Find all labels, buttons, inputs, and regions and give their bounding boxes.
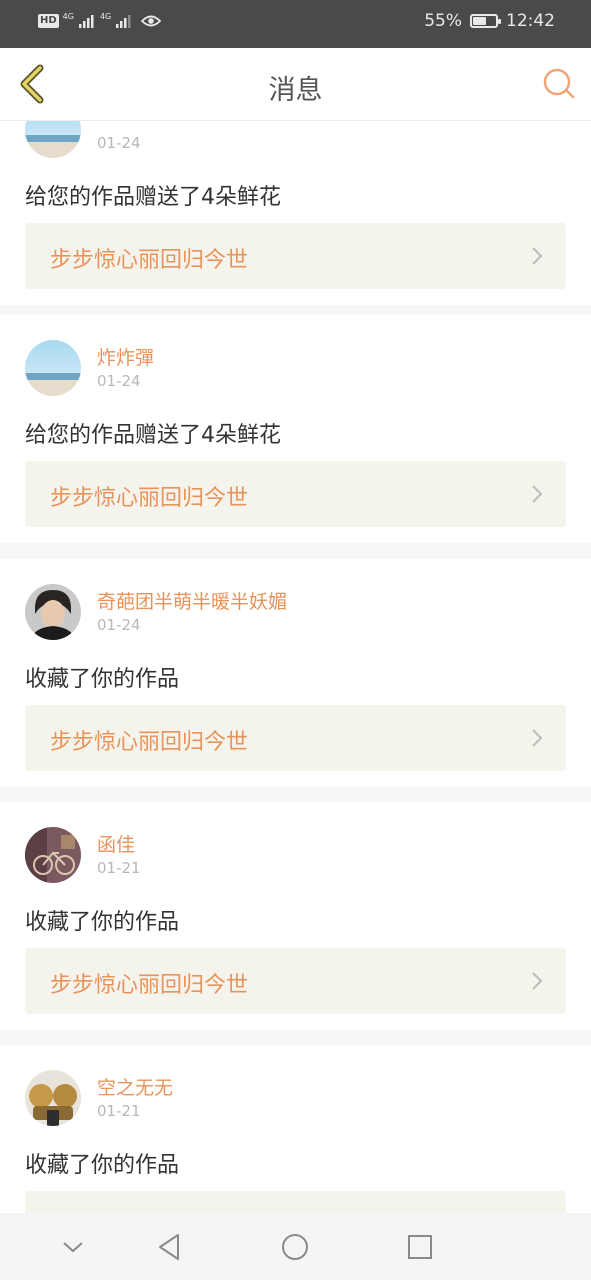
message-card[interactable]: 炸炸彈 01-24 给您的作品赠送了4朵鲜花 步步惊心丽回归今世 [0,315,591,543]
message-date: 01-24 [97,134,141,152]
home-circle-icon[interactable] [277,1229,313,1265]
user-avatar[interactable] [25,1070,81,1126]
username[interactable]: 函佳 [97,830,135,857]
username[interactable]: 空之无无 [97,1073,173,1100]
status-bar: HD 4G 4G 55% 12:42 [0,0,591,48]
work-title: 步步惊心丽回归今世 [50,248,249,273]
message-card[interactable]: 01-24 给您的作品赠送了4朵鲜花 步步惊心丽回归今世 [0,120,591,305]
recents-square-icon[interactable] [402,1229,438,1265]
clock: 12:42 [506,11,555,31]
eye-comfort-icon [141,15,162,27]
message-date: 01-24 [97,372,141,390]
user-avatar[interactable] [25,340,81,396]
back-triangle-icon[interactable] [152,1229,188,1265]
status-right-icons: 55% 12:42 [424,11,555,31]
message-action: 收藏了你的作品 [25,667,180,692]
message-list[interactable]: 01-24 给您的作品赠送了4朵鲜花 步步惊心丽回归今世 炸炸彈 01-24 给… [0,120,591,1213]
collapse-chevron-icon[interactable] [55,1229,91,1265]
message-card[interactable]: 空之无无 01-21 收藏了你的作品 [0,1045,591,1213]
message-card[interactable]: 函佳 01-21 收藏了你的作品 步步惊心丽回归今世 [0,802,591,1030]
work-title: 步步惊心丽回归今世 [50,730,249,755]
message-action: 收藏了你的作品 [25,1153,180,1178]
signal-icon [116,15,131,28]
page-title: 消息 [268,75,323,106]
chevron-right-icon [532,485,543,503]
battery-fill [473,17,487,25]
message-action: 给您的作品赠送了4朵鲜花 [25,185,281,210]
system-nav-bar [0,1213,591,1280]
username[interactable]: 炸炸彈 [97,343,154,370]
message-action: 给您的作品赠送了4朵鲜花 [25,423,281,448]
username[interactable]: 奇葩团半萌半暖半妖媚 [97,587,287,614]
message-card[interactable]: 奇葩团半萌半暖半妖媚 01-24 收藏了你的作品 步步惊心丽回归今世 [0,559,591,787]
user-avatar[interactable] [25,120,81,158]
network-type-2: 4G [99,12,112,21]
work-link[interactable]: 步步惊心丽回归今世 [25,705,566,771]
hd-badge: HD [38,14,59,28]
status-left-icons: HD 4G 4G [38,12,162,29]
chevron-right-icon [532,247,543,265]
work-title: 步步惊心丽回归今世 [50,486,249,511]
work-link[interactable] [25,1191,566,1213]
chevron-right-icon [532,729,543,747]
user-avatar[interactable] [25,584,81,640]
chevron-right-icon [532,972,543,990]
work-link[interactable]: 步步惊心丽回归今世 [25,223,566,289]
network-type-1: 4G [62,12,74,21]
battery-icon [470,14,501,28]
message-date: 01-21 [97,1102,141,1120]
message-date: 01-21 [97,859,141,877]
battery-percent: 55% [424,11,462,31]
message-action: 收藏了你的作品 [25,910,180,935]
work-link[interactable]: 步步惊心丽回归今世 [25,948,566,1014]
work-title: 步步惊心丽回归今世 [50,973,249,998]
signal-icon [78,15,94,28]
app-header: 消息 [0,48,591,121]
user-avatar[interactable] [25,827,81,883]
work-link[interactable]: 步步惊心丽回归今世 [25,461,566,527]
message-date: 01-24 [97,616,141,634]
search-icon[interactable] [541,66,577,102]
